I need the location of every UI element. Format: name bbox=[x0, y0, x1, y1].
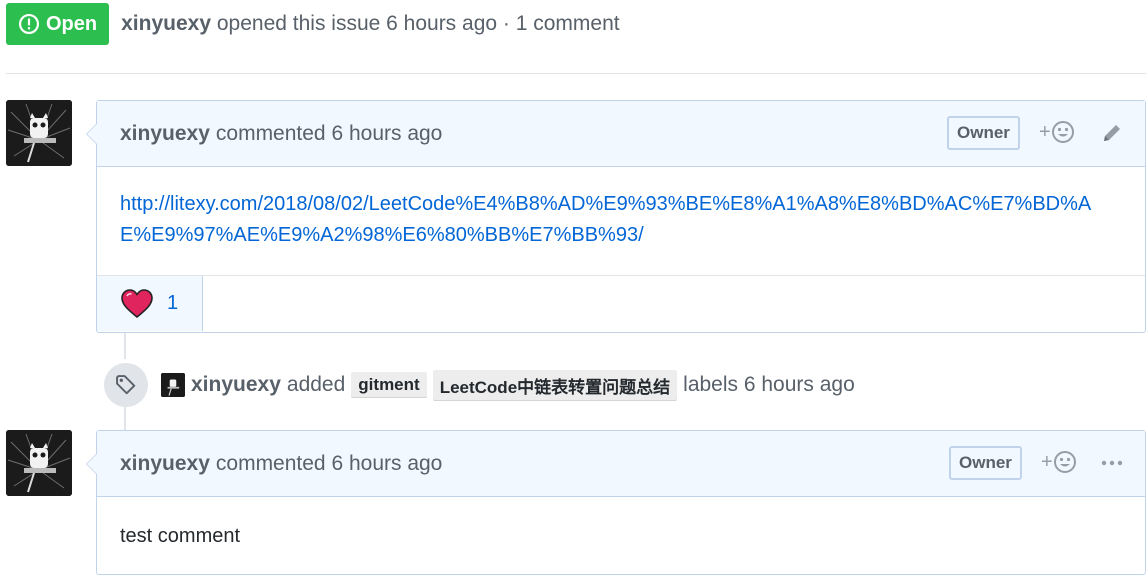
comment-card: xinyuexy commented 6 hours ago Owner + h… bbox=[86, 100, 1146, 333]
smiley-icon bbox=[1051, 121, 1074, 143]
comment-timestamp[interactable]: commented 6 hours ago bbox=[216, 452, 442, 476]
event-timestamp: labels 6 hours ago bbox=[683, 373, 855, 396]
label-event-text: xinyuexy added gitment LeetCode中链表转置问题总结… bbox=[191, 369, 855, 401]
avatar[interactable] bbox=[6, 100, 72, 166]
tag-icon bbox=[104, 363, 148, 407]
reactions-bar: 1 bbox=[97, 275, 1145, 331]
avatar[interactable] bbox=[6, 430, 72, 496]
issue-meta: xinyuexy opened this issue 6 hours ago ·… bbox=[121, 12, 619, 36]
pencil-icon[interactable] bbox=[1100, 121, 1124, 145]
comment-body: test comment bbox=[97, 497, 1145, 576]
issue-opened-text: opened this issue 6 hours ago · 1 commen… bbox=[216, 12, 620, 35]
event-action: added bbox=[286, 373, 346, 396]
comment-link[interactable]: http://litexy.com/2018/08/02/LeetCode%E4… bbox=[120, 193, 1091, 246]
event-author-link[interactable]: xinyuexy bbox=[191, 373, 281, 397]
issue-opened-icon bbox=[18, 13, 40, 35]
issue-author-link[interactable]: xinyuexy bbox=[121, 12, 211, 35]
label-leetcode[interactable]: LeetCode中链表转置问题总结 bbox=[432, 369, 678, 401]
owner-badge: Owner bbox=[949, 446, 1022, 480]
plus-label: + bbox=[1041, 450, 1053, 473]
comment-text: test comment bbox=[120, 525, 241, 547]
comment-header: xinyuexy commented 6 hours ago Owner + bbox=[97, 431, 1145, 497]
comment-body: http://litexy.com/2018/08/02/LeetCode%E4… bbox=[97, 167, 1145, 275]
kebab-horizontal-icon[interactable] bbox=[1100, 451, 1124, 475]
timeline-connector bbox=[124, 333, 126, 359]
comment-timestamp[interactable]: commented 6 hours ago bbox=[216, 122, 442, 146]
issue-timeline-page: Open xinyuexy opened this issue 6 hours … bbox=[0, 0, 1147, 577]
avatar[interactable] bbox=[161, 373, 185, 397]
comment-header: xinyuexy commented 6 hours ago Owner + bbox=[97, 101, 1145, 167]
issue-state-label: Open bbox=[46, 12, 98, 35]
heart-icon bbox=[121, 288, 153, 318]
add-reaction-button[interactable]: + bbox=[1041, 450, 1077, 474]
owner-badge: Owner bbox=[947, 116, 1020, 150]
plus-label: + bbox=[1039, 120, 1051, 143]
heart-reaction-button[interactable]: 1 bbox=[97, 276, 203, 331]
label-event: xinyuexy added gitment LeetCode中链表转置问题总结… bbox=[104, 359, 1104, 411]
label-gitment[interactable]: gitment bbox=[351, 372, 427, 398]
reaction-count: 1 bbox=[167, 292, 179, 314]
comment-card: xinyuexy commented 6 hours ago Owner + t… bbox=[86, 430, 1146, 576]
issue-header: Open xinyuexy opened this issue 6 hours … bbox=[6, 2, 620, 46]
comment-author-link[interactable]: xinyuexy bbox=[120, 452, 210, 476]
add-reaction-button[interactable]: + bbox=[1039, 120, 1075, 144]
issue-state-badge: Open bbox=[6, 3, 110, 45]
header-divider bbox=[6, 73, 1146, 74]
comment-author-link[interactable]: xinyuexy bbox=[120, 122, 210, 146]
smiley-icon bbox=[1053, 451, 1076, 473]
